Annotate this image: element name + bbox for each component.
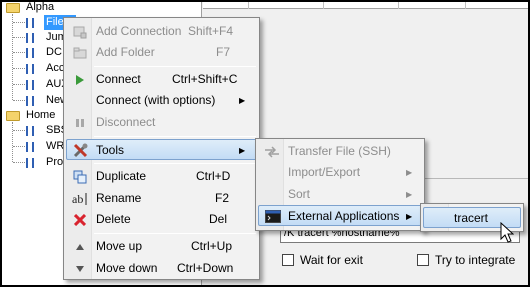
menu-item-label: Move up <box>96 239 143 253</box>
tree-connector-line <box>13 84 25 85</box>
menu-item-label: Connect <box>96 72 141 86</box>
menu-item-label: tracert <box>454 211 489 225</box>
settings-group-divider <box>425 178 528 179</box>
menu-item-label: Delete <box>96 212 131 226</box>
grid-column-divider <box>465 0 466 9</box>
menu-item-shortcut: Ctrl+Shift+C <box>172 72 238 86</box>
menu-item-duplicate[interactable]: Duplicate Ctrl+D <box>66 166 257 187</box>
menu-item-label: Add Folder <box>96 45 155 59</box>
connection-grid-header <box>203 0 528 9</box>
menu-item-import-export[interactable]: Import/Export ▶ <box>258 162 422 183</box>
menu-item-connect[interactable]: Connect Ctrl+Shift+C <box>66 69 257 90</box>
svg-text:ab: ab <box>72 192 83 206</box>
tree-folder-label: Alpha <box>26 1 55 13</box>
menu-item-label: Duplicate <box>96 169 147 183</box>
server-icon <box>26 126 34 136</box>
tree-item-label: DC <box>46 46 62 58</box>
tools-icon <box>73 143 89 158</box>
menu-item-transfer-file[interactable]: Transfer File (SSH) <box>258 141 422 162</box>
tree-connector-line <box>13 68 25 69</box>
menu-separator <box>94 66 256 67</box>
menu-item-add-folder[interactable]: Add Folder F7 <box>66 42 257 63</box>
menu-separator <box>94 136 256 137</box>
menu-item-disconnect[interactable]: Disconnect <box>66 112 257 133</box>
menu-item-label: Transfer File (SSH) <box>288 144 391 158</box>
server-icon <box>26 80 34 90</box>
server-icon <box>26 18 34 28</box>
checkbox-box <box>282 254 294 266</box>
menu-item-connect-with-options[interactable]: Connect (with options) ▶ <box>66 90 257 111</box>
tree-connector-line <box>12 122 13 162</box>
add-connection-icon <box>72 24 88 39</box>
menu-item-shortcut: Shift+F4 <box>188 24 234 38</box>
play-icon <box>72 72 88 87</box>
menu-item-shortcut: F7 <box>216 45 231 59</box>
add-folder-icon <box>72 45 88 60</box>
context-menu: Add Connection Shift+F4 Add Folder F7 Co… <box>63 17 260 280</box>
server-icon <box>26 96 34 106</box>
tree-connector-line <box>13 130 25 131</box>
checkbox-box <box>417 254 429 266</box>
server-icon <box>26 33 34 43</box>
menu-item-tools[interactable]: Tools ▶ <box>66 139 257 160</box>
tree-connector-line <box>13 146 25 147</box>
move-up-icon <box>72 239 88 254</box>
tree-connector-line <box>13 162 25 163</box>
tree-connector-line <box>13 37 25 38</box>
menu-separator <box>94 233 256 234</box>
grid-column-divider <box>323 0 324 9</box>
menu-item-label: External Applications <box>288 209 400 223</box>
submenu-arrow-icon: ▶ <box>406 212 413 221</box>
menu-item-label: Tools <box>96 143 125 157</box>
console-window-icon <box>265 209 281 224</box>
wait-for-exit-label: Wait for exit <box>300 253 363 267</box>
menu-separator <box>94 163 256 164</box>
grid-column-divider <box>398 0 399 9</box>
grid-column-divider <box>248 0 249 9</box>
menu-item-shortcut: Ctrl+Down <box>177 261 234 275</box>
menu-item-shortcut: Del <box>209 212 228 226</box>
tools-submenu: Transfer File (SSH) Import/Export ▶ Sort… <box>255 138 425 231</box>
transfer-file-icon <box>264 144 280 159</box>
menu-item-move-up[interactable]: Move up Ctrl+Up <box>66 236 257 257</box>
move-down-icon <box>72 261 88 276</box>
menu-item-label: Sort <box>288 187 311 201</box>
menu-item-rename[interactable]: ab Rename F2 <box>66 188 257 209</box>
menu-item-add-connection[interactable]: Add Connection Shift+F4 <box>66 21 257 42</box>
server-icon <box>26 158 34 168</box>
menu-item-sort[interactable]: Sort ▶ <box>258 184 422 205</box>
server-icon <box>26 64 34 74</box>
submenu-arrow-icon: ▶ <box>239 96 246 105</box>
try-to-integrate-label: Try to integrate <box>435 253 516 267</box>
pause-icon <box>72 115 88 130</box>
menu-item-delete[interactable]: Delete Del <box>66 209 257 230</box>
rename-icon: ab <box>72 191 88 206</box>
menu-item-shortcut: Ctrl+D <box>196 169 231 183</box>
menu-item-label: Import/Export <box>288 165 361 179</box>
menu-item-label: Rename <box>96 191 142 205</box>
tree-connector-line <box>13 52 25 53</box>
folder-icon <box>6 111 20 121</box>
menu-item-label: Connect (with options) <box>96 93 216 107</box>
menu-item-shortcut: Ctrl+Up <box>191 239 233 253</box>
submenu-arrow-icon: ▶ <box>406 190 413 199</box>
tree-connector-line <box>13 22 25 23</box>
menu-item-label: Move down <box>96 261 158 275</box>
duplicate-icon <box>72 169 88 184</box>
tree-folder-label: Home <box>26 109 56 121</box>
menu-item-label: Add Connection <box>96 24 182 38</box>
server-icon <box>26 142 34 152</box>
tree-connector-line <box>12 14 13 100</box>
folder-icon <box>6 3 20 13</box>
mouse-pointer-icon <box>500 221 515 247</box>
submenu-arrow-icon: ▶ <box>239 146 246 155</box>
menu-item-move-down[interactable]: Move down Ctrl+Down <box>66 258 257 279</box>
menu-item-label: Disconnect <box>96 115 156 129</box>
menu-item-shortcut: F2 <box>215 191 230 205</box>
delete-icon <box>72 212 88 227</box>
tree-connector-line <box>13 100 25 101</box>
server-icon <box>26 48 34 58</box>
submenu-arrow-icon: ▶ <box>406 168 413 177</box>
menu-item-external-applications[interactable]: External Applications ▶ <box>258 205 422 226</box>
